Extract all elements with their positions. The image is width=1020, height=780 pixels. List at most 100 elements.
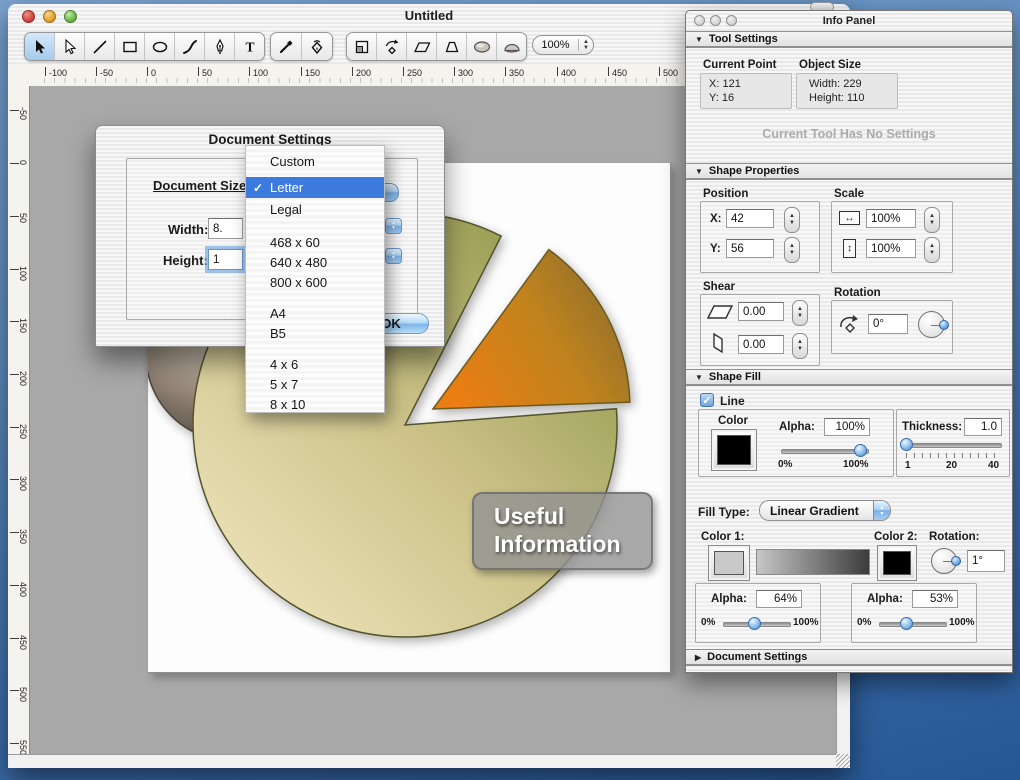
position-y-field[interactable]: 56	[726, 239, 774, 258]
menu-item-label: B5	[270, 325, 286, 341]
ruler-tick	[45, 67, 46, 76]
gradient-preview-bar[interactable]	[756, 549, 870, 575]
height-stepper[interactable]: ▲ ▼	[385, 248, 402, 264]
info-label-box[interactable]: Useful Information	[472, 492, 653, 570]
thickness-field[interactable]: 1.0	[964, 418, 1002, 436]
section-header-shape-fill[interactable]: ▼ Shape Fill	[686, 369, 1012, 386]
rotation-field[interactable]: 0°	[868, 314, 908, 334]
section-header-shape-properties[interactable]: ▼ Shape Properties	[686, 163, 1012, 180]
position-y-stepper[interactable]: ▲ ▼	[784, 237, 800, 263]
ruler-tick	[352, 67, 353, 76]
thickness-slider[interactable]	[904, 443, 1002, 448]
resize-grip[interactable]	[836, 754, 850, 768]
line-checkbox[interactable]: ✓	[700, 393, 714, 407]
scale-h-value: 100%	[871, 212, 901, 225]
direct-select-arrow-icon	[64, 38, 76, 54]
section-header-tool-settings[interactable]: ▼ Tool Settings	[686, 31, 1012, 48]
scale-h-field[interactable]: 100%	[866, 209, 916, 228]
alpha1-field[interactable]: 64%	[756, 590, 802, 608]
menu-item-b5[interactable]: B5	[246, 323, 384, 343]
alpha2-min-label: 0%	[857, 617, 872, 628]
brush-tool-button[interactable]	[175, 33, 205, 60]
fill-rotation-field[interactable]: 1°	[967, 550, 1005, 572]
menu-item-4x6[interactable]: 4 x 6	[246, 354, 384, 374]
ruler-label: 150	[305, 68, 321, 78]
disclosure-triangle-icon: ▼	[695, 166, 703, 176]
eyedropper-tool-button[interactable]	[271, 33, 302, 60]
ruler-label: 300	[18, 476, 28, 492]
alpha1-min-label: 0%	[701, 617, 716, 628]
dial-knob[interactable]	[951, 556, 961, 566]
filled-ellipse-tool-button[interactable]	[467, 33, 497, 60]
horizontal-shear-icon	[706, 305, 734, 319]
fill-type-popup[interactable]: Linear Gradient ▲ ▼	[759, 500, 891, 521]
info-panel-title: Info Panel	[822, 15, 876, 27]
height-field[interactable]: 1	[208, 249, 243, 270]
shear-tool-button[interactable]	[407, 33, 437, 60]
menu-item-legal[interactable]: Legal	[246, 199, 384, 219]
zoom-control[interactable]: 100% ▲ ▼	[532, 35, 594, 55]
dial-knob[interactable]	[939, 319, 949, 330]
line-alpha-slider-knob[interactable]	[854, 444, 867, 457]
menu-item-5x7[interactable]: 5 x 7	[246, 374, 384, 394]
alpha1-value: 64%	[773, 593, 797, 605]
width-stepper[interactable]: ▲ ▼	[385, 218, 402, 234]
section-header-document-settings[interactable]: ▶ Document Settings	[686, 649, 1012, 666]
fill-rotation-dial[interactable]	[931, 548, 961, 574]
direct-select-tool-button[interactable]	[55, 33, 85, 60]
ruler-label: 500	[663, 68, 679, 78]
select-tool-button[interactable]	[25, 33, 55, 60]
filled-ellipse-icon	[473, 40, 490, 53]
shear-v-field[interactable]: 0.00	[738, 335, 784, 354]
scale-h-stepper[interactable]: ▲ ▼	[924, 207, 940, 233]
ruler-tick	[505, 67, 506, 76]
scale-v-field[interactable]: 100%	[866, 239, 916, 258]
shear-h-stepper[interactable]: ▲ ▼	[792, 300, 808, 326]
menu-item-468x60[interactable]: 468 x 60	[246, 232, 384, 252]
line-color-swatch[interactable]	[711, 429, 757, 471]
line-alpha-label: Alpha:	[779, 421, 815, 433]
menu-item-label: Legal	[270, 201, 302, 217]
text-tool-button[interactable]: T	[235, 33, 264, 60]
menu-item-8x10[interactable]: 8 x 10	[246, 394, 384, 414]
menu-item-a4[interactable]: A4	[246, 303, 384, 323]
position-x-stepper[interactable]: ▲ ▼	[784, 207, 800, 233]
menu-item-label: 800 x 600	[270, 274, 328, 290]
scale-v-stepper[interactable]: ▲ ▼	[924, 237, 940, 263]
ruler-label: 350	[18, 529, 28, 545]
pen-tool-button[interactable]	[205, 33, 235, 60]
alpha2-slider[interactable]	[879, 622, 947, 627]
current-point-y: Y: 16	[709, 92, 735, 104]
menu-item-640x480[interactable]: 640 x 480	[246, 252, 384, 272]
line-tool-button[interactable]	[85, 33, 115, 60]
rotate-tool-button[interactable]	[377, 33, 407, 60]
color1-swatch[interactable]	[708, 545, 750, 581]
shear-label: Shear	[703, 281, 735, 293]
vector-pen-tool-button[interactable]	[302, 33, 332, 60]
line-color-swatch-fill	[717, 435, 751, 465]
rectangle-tool-button[interactable]	[115, 33, 145, 60]
menu-item-800x600[interactable]: 800 x 600	[246, 272, 384, 292]
color2-swatch[interactable]	[877, 545, 917, 581]
line-alpha-field[interactable]: 100%	[824, 418, 870, 436]
ellipse-tool-button[interactable]	[145, 33, 175, 60]
horizontal-scrollbar[interactable]	[8, 754, 836, 768]
zoom-stepper-icon[interactable]: ▲ ▼	[578, 39, 593, 51]
line-label: Line	[720, 394, 745, 408]
shear-v-stepper[interactable]: ▲ ▼	[792, 333, 808, 359]
alpha2-field[interactable]: 53%	[912, 590, 958, 608]
perspective-tool-button[interactable]	[437, 33, 467, 60]
info-panel-titlebar[interactable]: Info Panel	[686, 11, 1012, 32]
alpha2-label: Alpha:	[867, 593, 903, 605]
alpha2-slider-knob[interactable]	[900, 617, 913, 630]
menu-item-custom[interactable]: Custom	[246, 151, 384, 171]
scale-tool-button[interactable]	[347, 33, 377, 60]
thickness-slider-knob[interactable]	[900, 438, 913, 451]
alpha1-slider-knob[interactable]	[748, 617, 761, 630]
shear-h-field[interactable]: 0.00	[738, 302, 784, 321]
position-x-field[interactable]: 42	[726, 209, 774, 228]
rotation-dial[interactable]	[918, 311, 949, 338]
menu-item-letter[interactable]: ✓ Letter	[246, 177, 384, 198]
width-field[interactable]: 8.	[208, 218, 243, 239]
dome-tool-button[interactable]	[497, 33, 526, 60]
